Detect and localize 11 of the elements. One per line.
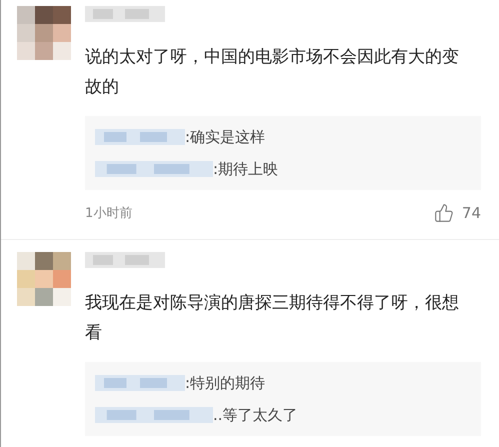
like-count: 74 — [462, 203, 481, 224]
blurred-avatar-drawing — [17, 252, 71, 306]
thumbs-up-icon[interactable] — [434, 203, 454, 224]
reply-text: :期待上映 — [213, 159, 278, 180]
timestamp: 1小时前 — [85, 204, 132, 222]
blurred-avatar-drawing — [17, 6, 71, 60]
reply-text: ..等了太久了 — [213, 404, 298, 426]
reply-text: :确实是这样 — [185, 127, 266, 148]
reply-text: :特别的期待 — [185, 372, 266, 394]
comment-text: 我现在是对陈导演的唐探三期待得不得了呀，很想看 — [85, 292, 460, 344]
comment-text: 说的太对了呀，中国的电影市场不会因此有大的变故的 — [85, 46, 460, 99]
